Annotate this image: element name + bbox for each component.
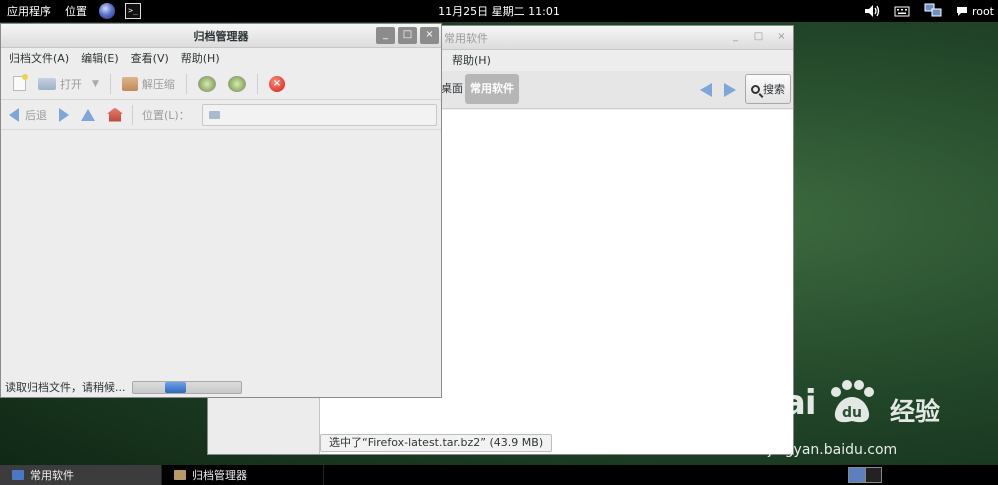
- am-toolbar: 打开 ▼ 解压缩 ×: [1, 68, 441, 100]
- new-document-icon: [13, 74, 28, 91]
- back-arrow-icon[interactable]: [9, 107, 19, 122]
- search-button[interactable]: 搜索: [745, 74, 791, 104]
- am-maximize-button[interactable]: □: [398, 27, 417, 44]
- archive-manager-titlebar[interactable]: 归档管理器 _ □ ×: [1, 24, 441, 48]
- add-files-icon: [197, 75, 216, 92]
- toolbar-separator: [109, 73, 111, 94]
- task-file-manager[interactable]: 常用软件: [0, 465, 162, 485]
- extract-label: 解压缩: [141, 77, 175, 91]
- fm-maximize-button[interactable]: □: [749, 29, 768, 46]
- open-label: 打开: [60, 77, 82, 91]
- bottom-panel: 常用软件 归档管理器: [0, 465, 998, 485]
- system-tray: root: [864, 0, 994, 22]
- folder-icon: [12, 470, 24, 480]
- chat-bubble-icon: [956, 6, 967, 16]
- baidu-logo-text: Bai: [758, 383, 817, 423]
- workspace-1[interactable]: [849, 468, 866, 482]
- menu-edit[interactable]: 编辑(E): [77, 50, 123, 66]
- search-icon: [751, 84, 760, 94]
- baidu-paw-icon: du: [831, 380, 874, 423]
- workspace-switcher[interactable]: [848, 467, 882, 483]
- network-icon[interactable]: [924, 3, 942, 19]
- crumb-current[interactable]: 常用软件: [465, 74, 519, 104]
- fm-menu-help[interactable]: 帮助(H): [448, 52, 495, 68]
- archive-manager-title: 归档管理器: [193, 29, 249, 43]
- back-label[interactable]: 后退: [25, 107, 47, 123]
- applications-menu[interactable]: 应用程序: [0, 3, 58, 19]
- jingyan-url: jingyan.baidu.com: [768, 442, 898, 458]
- task-archive-manager[interactable]: 归档管理器: [162, 465, 324, 485]
- clock[interactable]: 11月25日 星期二 11:01: [0, 3, 998, 19]
- am-location-bar: 后退 位置(L)：: [1, 100, 441, 130]
- locbar-separator: [132, 104, 133, 125]
- fm-forward-arrow-icon[interactable]: [724, 83, 736, 97]
- keyboard-icon[interactable]: [894, 5, 910, 17]
- menu-archive[interactable]: 归档文件(A): [5, 50, 73, 66]
- toolbar-separator: [185, 73, 187, 94]
- am-minimize-button[interactable]: _: [376, 27, 395, 44]
- progress-fill: [164, 381, 187, 393]
- task-label: 归档管理器: [192, 469, 247, 482]
- add-folder-icon: [227, 75, 246, 92]
- location-label: 位置(L)：: [142, 108, 190, 122]
- jingyan-text: 经验: [890, 397, 941, 426]
- volume-icon[interactable]: [864, 4, 880, 18]
- am-menubar: 归档文件(A) 编辑(E) 查看(V) 帮助(H): [1, 48, 441, 68]
- top-panel: 应用程序 位置 >_ 11月25日 星期二 11:01 root: [0, 0, 998, 22]
- am-status-text: 读取归档文件，请稍候...: [5, 381, 126, 394]
- search-label: 搜索: [763, 83, 785, 96]
- open-button[interactable]: 打开 ▼: [34, 72, 103, 96]
- am-close-button[interactable]: ×: [420, 27, 439, 44]
- baidu-paw-text: du: [842, 405, 862, 421]
- user-menu[interactable]: root: [956, 5, 994, 18]
- fm-close-button[interactable]: ×: [772, 29, 791, 46]
- user-name: root: [971, 4, 994, 18]
- extract-box-icon: [121, 76, 138, 91]
- folder-icon: [208, 110, 220, 119]
- add-files-button[interactable]: [194, 72, 220, 96]
- am-status-bar: 读取归档文件，请稍候...: [1, 377, 441, 397]
- browser-launcher-icon[interactable]: [99, 3, 115, 19]
- archive-icon: [174, 470, 186, 480]
- chevron-down-icon: ▼: [92, 78, 99, 89]
- terminal-launcher-icon[interactable]: >_: [125, 3, 141, 19]
- toolbar-separator: [256, 73, 258, 94]
- stop-button[interactable]: ×: [265, 72, 289, 96]
- loading-progress-bar: [131, 380, 242, 394]
- location-field[interactable]: [201, 103, 437, 126]
- archive-manager-window: 归档管理器 _ □ × 归档文件(A) 编辑(E) 查看(V) 帮助(H) 打开…: [0, 23, 442, 398]
- task-label: 常用软件: [30, 469, 74, 482]
- extract-button[interactable]: 解压缩: [118, 72, 179, 96]
- menu-view[interactable]: 查看(V): [127, 50, 173, 66]
- up-arrow-icon[interactable]: [81, 108, 95, 121]
- workspace-2[interactable]: [865, 468, 881, 482]
- add-folder-button[interactable]: [224, 72, 250, 96]
- archive-content-area[interactable]: [1, 131, 441, 377]
- file-manager-title: 常用软件: [444, 31, 488, 45]
- forward-arrow-icon[interactable]: [59, 107, 69, 122]
- fm-minimize-button[interactable]: _: [726, 29, 745, 46]
- places-menu[interactable]: 位置: [58, 3, 94, 19]
- home-icon[interactable]: [107, 107, 123, 122]
- fm-back-arrow-icon[interactable]: [700, 83, 712, 97]
- new-archive-button[interactable]: [9, 72, 30, 96]
- fm-status-bar: 选中了“Firefox-latest.tar.bz2” (43.9 MB): [320, 434, 553, 452]
- menu-help[interactable]: 帮助(H): [177, 50, 224, 66]
- stop-icon: ×: [268, 75, 285, 92]
- folder-open-icon: [38, 77, 56, 90]
